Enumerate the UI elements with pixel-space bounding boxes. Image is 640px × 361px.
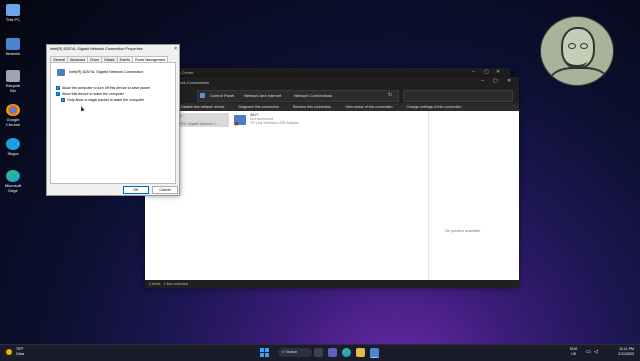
disable-device-button[interactable]: Disable this network device: [181, 105, 225, 109]
preview-divider[interactable]: [428, 111, 429, 280]
status-bar: 2 items 1 item selected: [145, 280, 519, 288]
video-call-icon[interactable]: [328, 348, 337, 357]
allow-wake-checkbox[interactable]: ✓ Allow this device to wake the computer: [56, 92, 124, 96]
breadcrumb-item[interactable]: Network and Internet: [244, 93, 281, 98]
file-explorer-icon[interactable]: [356, 348, 365, 357]
dialog-title: Intel(R) 82574L Gigabit Network Connecti…: [50, 47, 143, 51]
checkmark-icon: ✓: [56, 92, 60, 96]
adapter-properties-dialog: Intel(R) 82574L Gigabit Network Connecti…: [46, 44, 180, 196]
dialog-titlebar: Intel(R) 82574L Gigabit Network Connecti…: [47, 45, 179, 53]
network-tray-icon[interactable]: ▭: [586, 349, 591, 355]
desktop-icon-label: Network: [5, 51, 21, 56]
maximize-icon[interactable]: ▢: [493, 78, 498, 84]
connections-list: rnet rk 82574L Gigabit Network C... ✕ Wi…: [145, 111, 519, 280]
checkmark-icon: ✓: [56, 86, 60, 90]
search-label: Search: [285, 350, 298, 354]
weather-widget[interactable]: 78°F Clear: [6, 347, 25, 357]
task-view-icon[interactable]: [314, 348, 323, 357]
network-icon: [6, 38, 20, 50]
webcam-avatar: [540, 16, 614, 86]
preview-pane-text: No preview available.: [445, 229, 482, 233]
ok-button[interactable]: OK: [123, 186, 149, 194]
checkbox-label: Allow this device to wake the computer: [62, 92, 124, 96]
chrome-icon: [6, 104, 20, 116]
volume-icon[interactable]: ◁: [594, 349, 598, 355]
desktop-icon-recycle-bin[interactable]: Recycle Bin: [4, 70, 22, 93]
taskbar: 78°F Clear ⌕ Search ENG US ▭ ◁ 11:11 PM …: [0, 344, 640, 361]
control-panel-icon[interactable]: [370, 348, 379, 358]
disconnected-icon: ✕: [234, 122, 240, 128]
minimize-icon[interactable]: –: [481, 78, 484, 84]
close-icon[interactable]: ✕: [496, 69, 500, 75]
avatar-body: [549, 67, 609, 85]
language-indicator[interactable]: ENG US: [570, 347, 577, 357]
clock[interactable]: 11:11 PM 2/11/2023: [618, 347, 634, 357]
start-button[interactable]: [260, 348, 269, 357]
breadcrumb[interactable]: Control Panel Network and Internet Netwo…: [197, 90, 399, 102]
avatar-eye: [568, 43, 576, 49]
control-panel-icon: [200, 93, 205, 98]
cancel-button[interactable]: Cancel: [152, 186, 178, 194]
region-code: US: [571, 352, 577, 356]
checkmark-icon: ✓: [61, 98, 65, 102]
search-icon: ⌕: [282, 350, 285, 354]
network-adapter-icon: [57, 69, 65, 76]
edge-icon[interactable]: [342, 348, 351, 357]
command-bar: Disable this network device Diagnose thi…: [145, 103, 519, 111]
change-settings-button[interactable]: Change settings of this connection: [407, 105, 462, 109]
desktop-icon-chrome[interactable]: Google Chrome: [4, 104, 22, 127]
desktop-icon-label: This PC: [5, 17, 21, 22]
avatar-face: [561, 27, 595, 69]
allow-turn-off-checkbox[interactable]: ✓ Allow the computer to turn off this de…: [56, 86, 150, 90]
adapter-name: Intel(R) 82574L Gigabit Network Connecti…: [69, 70, 144, 74]
view-status-button[interactable]: View status of this connection: [345, 105, 392, 109]
clock-date: 2/11/2023: [618, 352, 634, 356]
rename-button[interactable]: Rename this connection: [293, 105, 332, 109]
recycle-bin-icon: [6, 70, 20, 82]
skype-icon: [6, 138, 20, 150]
close-icon[interactable]: ✕: [507, 78, 511, 84]
taskbar-search[interactable]: ⌕ Search: [278, 348, 312, 357]
avatar-eye: [580, 43, 588, 49]
desktop-icon-this-pc[interactable]: This PC: [4, 4, 22, 22]
desktop-icon-skype[interactable]: Skype: [4, 138, 22, 156]
refresh-icon[interactable]: ↻: [388, 92, 392, 98]
checkbox-label: Only allow a magic packet to wake the co…: [67, 98, 145, 102]
desktop-icon-label: Google Chrome: [5, 117, 21, 127]
checkbox-label: Allow the computer to turn off this devi…: [62, 86, 151, 90]
power-management-panel: Intel(R) 82574L Gigabit Network Connecti…: [50, 62, 176, 184]
status-text: 2 items 1 item selected: [149, 282, 188, 286]
address-bar: ← → ↑ Control Panel Network and Internet…: [145, 87, 519, 103]
network-connections-window: Network Connections – ▢ ✕ ← → ↑ Control …: [145, 77, 519, 288]
wifi-adapter: TP-Link Wireless USB Adapter: [250, 121, 299, 126]
edge-icon: [6, 170, 20, 182]
avatar-beard: [567, 53, 587, 68]
desktop-icon-label: Skype: [7, 151, 19, 156]
maximize-icon[interactable]: ▢: [484, 69, 489, 75]
computer-icon: [6, 4, 20, 16]
diagnose-button[interactable]: Diagnose this connection: [239, 105, 279, 109]
desktop-icon-edge[interactable]: Microsoft Edge: [4, 170, 22, 193]
breadcrumb-item[interactable]: Control Panel: [210, 93, 234, 98]
mouse-cursor-icon: [79, 105, 85, 112]
magic-packet-checkbox[interactable]: ✓ Only allow a magic packet to wake the …: [61, 98, 144, 102]
window-titlebar: Network Connections – ▢ ✕: [145, 77, 519, 87]
desktop-icon-network[interactable]: Network: [4, 38, 22, 56]
desktop-icon-label: Microsoft Edge: [4, 183, 22, 193]
sun-icon: [6, 349, 12, 355]
desktop-icon-label: Recycle Bin: [5, 83, 21, 93]
minimize-icon[interactable]: –: [472, 69, 475, 75]
close-icon[interactable]: ×: [174, 45, 177, 53]
breadcrumb-item[interactable]: Network Connections: [294, 93, 332, 98]
search-input[interactable]: [403, 90, 513, 102]
